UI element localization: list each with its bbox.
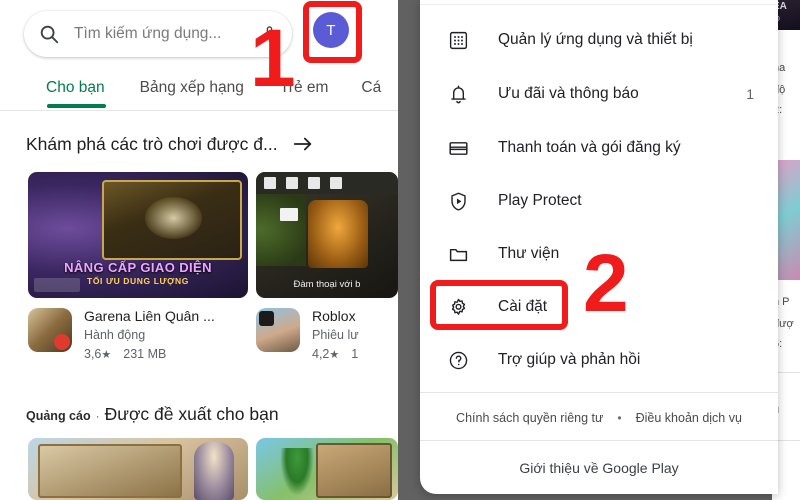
menu-icon	[264, 177, 276, 189]
ad-card-foliage	[280, 448, 314, 496]
app-name: Roblox	[312, 308, 356, 324]
menu-item-offers-notifications[interactable]: Ưu đãi và thông báo 1	[420, 68, 778, 120]
search-icon	[38, 23, 60, 45]
feature-card[interactable]: NÂNG CẤP GIAO DIỆN TỐI ƯU DUNG LƯỢNG	[28, 172, 248, 298]
menu-item-label: Thư viện	[498, 245, 560, 262]
app-stats: 4,2★ 1	[312, 346, 359, 364]
menu-item-help-feedback[interactable]: Trợ giúp và phản hồi	[420, 334, 778, 386]
menu-item-label: Thanh toán và gói đăng ký	[498, 139, 681, 156]
app-size: 1	[351, 347, 359, 361]
feature-card-foliage	[256, 194, 306, 266]
menu-item-library[interactable]: Thư viện	[420, 228, 778, 280]
tab-bang-xep-hang[interactable]: Bảng xếp hạng	[140, 79, 244, 97]
bell-icon	[446, 82, 470, 106]
ad-card-art	[316, 443, 392, 498]
legal-links-row: Chính sách quyền riêng tư • Điều khoản d…	[420, 402, 778, 434]
apps-grid-icon	[446, 28, 470, 52]
menu-item-label: Quản lý ứng dụng và thiết bị	[498, 31, 693, 48]
tab-bar-divider	[0, 110, 398, 111]
tab-cho-ban[interactable]: Cho bạn	[46, 79, 105, 97]
ad-card-art	[38, 444, 182, 498]
avatar-initial: T	[326, 21, 336, 39]
menu-item-badge: 1	[746, 86, 754, 102]
terms-of-service-link[interactable]: Điều khoản dịch vụ	[636, 411, 742, 425]
feature-card-caption-main: NÂNG CẤP GIAO DIỆN	[64, 260, 212, 275]
help-circle-icon	[446, 348, 470, 372]
microphone-icon[interactable]	[261, 23, 278, 45]
explore-section-header[interactable]: Khám phá các trò chơi được đ...	[0, 126, 398, 162]
ads-section-header: Quảng cáo · Được đề xuất cho bạn	[26, 404, 279, 425]
app-icon	[256, 308, 300, 352]
menu-item-settings[interactable]: Cài đặt	[420, 281, 778, 333]
app-rating: 4,2	[312, 347, 330, 361]
app-rating: 3,6	[84, 347, 102, 361]
feature-card-tooltip	[280, 208, 298, 221]
menu-item-label: Play Protect	[498, 192, 582, 209]
ad-card[interactable]	[256, 438, 398, 500]
feature-card-character	[308, 200, 368, 268]
play-store-home-panel: Tìm kiếm ứng dụng... T Cho bạn Bảng xếp …	[0, 0, 398, 500]
app-genre: Phiêu lư	[312, 328, 359, 342]
shield-play-icon	[446, 189, 470, 213]
tab-active-underline	[47, 104, 106, 108]
ads-separator: ·	[95, 409, 100, 423]
explore-title: Khám phá các trò chơi được đ...	[26, 133, 278, 154]
feature-card[interactable]: Đàm thoại với b	[256, 172, 398, 298]
star-icon: ★	[329, 349, 340, 361]
account-menu-panel: Quản lý ứng dụng và thiết bị Ưu đãi và t…	[420, 0, 778, 494]
list-item[interactable]: Roblox Phiêu lư 4,2★ 1	[256, 308, 398, 364]
ads-title: Được đề xuất cho bạn	[104, 404, 279, 424]
lock-icon	[308, 177, 320, 189]
ad-card[interactable]	[28, 438, 248, 500]
menu-top-divider	[420, 4, 778, 5]
ads-label: Quảng cáo	[26, 409, 91, 423]
menu-divider	[420, 440, 778, 441]
app-name: Garena Liên Quân ...	[84, 308, 215, 324]
tab-tre-em[interactable]: Trẻ em	[280, 79, 329, 97]
menu-item-manage-apps[interactable]: Quản lý ứng dụng và thiết bị	[420, 14, 778, 66]
screenshot-root: Tìm kiếm ứng dụng... T Cho bạn Bảng xếp …	[0, 0, 800, 500]
about-google-play-row[interactable]: Giới thiệu về Google Play	[420, 450, 778, 486]
app-size: 231 MB	[123, 347, 167, 361]
feature-card-screenshot	[102, 180, 242, 260]
menu-item-play-protect[interactable]: Play Protect	[420, 175, 778, 227]
ad-card-character	[194, 442, 234, 500]
star-icon	[330, 177, 342, 189]
menu-item-payments-subscriptions[interactable]: Thanh toán và gói đăng ký	[420, 122, 778, 174]
arrow-right-icon[interactable]	[292, 133, 314, 155]
app-stats: 3,6★ 231 MB	[84, 346, 215, 364]
privacy-policy-link[interactable]: Chính sách quyền riêng tư	[456, 411, 603, 425]
about-google-play-label: Giới thiệu về Google Play	[519, 460, 679, 476]
feature-card-caption-main: Đàm thoại với b	[293, 279, 361, 290]
app-genre: Hành động	[84, 328, 146, 342]
gear-icon	[446, 295, 470, 319]
folder-icon	[446, 242, 470, 266]
app-meta: Garena Liên Quân ... Hành động 3,6★ 231 M…	[84, 308, 215, 364]
menu-item-label: Ưu đãi và thông báo	[498, 85, 639, 102]
list-item[interactable]: Garena Liên Quân ... Hành động 3,6★ 231 M…	[28, 308, 238, 364]
menu-divider	[420, 392, 778, 393]
tab-bar: Cho bạn Bảng xếp hạng Trẻ em Cá	[0, 68, 398, 108]
feature-card-logo	[34, 278, 80, 292]
avatar[interactable]: T	[313, 12, 349, 48]
chat-icon	[286, 177, 298, 189]
app-icon	[28, 308, 72, 352]
legal-separator: •	[617, 411, 622, 425]
star-icon: ★	[101, 349, 112, 361]
app-meta: Roblox Phiêu lư 4,2★ 1	[312, 308, 359, 364]
search-input-placeholder[interactable]: Tìm kiếm ứng dụng...	[74, 25, 261, 43]
tab-ca[interactable]: Cá	[361, 79, 381, 97]
search-bar[interactable]: Tìm kiếm ứng dụng...	[24, 11, 292, 57]
feature-card-toolbar	[256, 172, 398, 194]
menu-item-label: Trợ giúp và phản hồi	[498, 351, 641, 368]
credit-card-icon	[446, 136, 470, 160]
menu-item-label: Cài đặt	[498, 298, 548, 315]
